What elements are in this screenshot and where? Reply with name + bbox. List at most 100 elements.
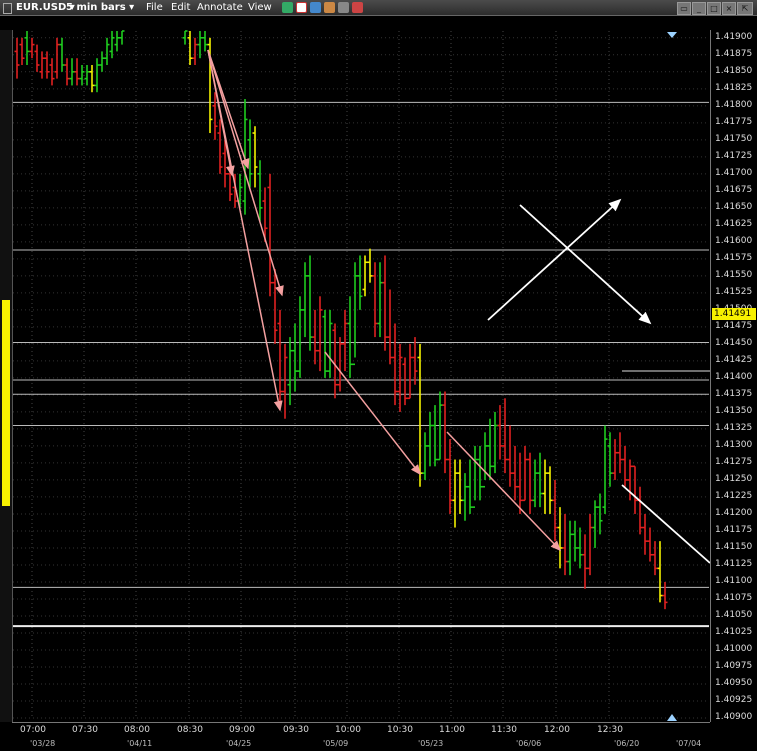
- price-tick-label: 1.41825: [715, 82, 753, 93]
- ohlc-bar: [432, 405, 438, 467]
- price-tick-label: 1.41200: [715, 507, 753, 518]
- ohlc-bar: [387, 289, 393, 365]
- ohlc-bar: [612, 439, 618, 480]
- ohlc-bar: [327, 309, 333, 378]
- price-tick-label: 1.41625: [715, 218, 753, 229]
- time-tick-label: 07:00: [20, 725, 46, 735]
- ohlc-bar: [402, 357, 408, 406]
- ohlc-bar: [427, 411, 433, 467]
- time-tick-label: 08:30: [177, 725, 203, 735]
- price-tick-label: 1.41150: [715, 541, 753, 552]
- annotation-arrow: [446, 431, 562, 552]
- ohlc-bar: [482, 432, 488, 488]
- time-tick-label: 12:30: [597, 725, 623, 735]
- ohlc-bar: [44, 51, 50, 79]
- ohlc-bar: [452, 459, 458, 528]
- ohlc-bar: [372, 262, 378, 338]
- price-tick-label: 1.41550: [715, 269, 753, 280]
- date-tick-label: '04/11: [127, 739, 153, 748]
- ohlc-bar: [447, 439, 453, 514]
- ohlc-bar: [572, 520, 578, 562]
- ohlc-bar: [602, 425, 608, 514]
- ohlc-bar: [367, 248, 373, 283]
- price-tick-label: 1.41525: [715, 286, 753, 297]
- ohlc-bar: [322, 309, 328, 378]
- price-tick-label: 1.41275: [715, 456, 753, 467]
- ohlc-bar: [522, 445, 528, 502]
- annotation-arrow: [207, 49, 284, 297]
- ohlc-bar: [567, 520, 573, 576]
- price-tick-label: 1.41175: [715, 524, 753, 535]
- ohlc-bar: [547, 466, 553, 514]
- ohlc-bar: [267, 173, 273, 297]
- ohlc-bar: [317, 296, 323, 372]
- ohlc-bar: [247, 119, 253, 188]
- ohlc-bar: [652, 541, 658, 576]
- time-tick-label: 07:30: [72, 725, 98, 735]
- ohlc-bar: [617, 432, 623, 474]
- ohlc-bar: [497, 405, 503, 460]
- price-tick-label: 1.41850: [715, 65, 753, 76]
- price-tick-label: 1.40900: [715, 712, 753, 722]
- ohlc-bar: [392, 323, 398, 406]
- ohlc-bar: [662, 581, 668, 610]
- time-tick-label: 08:00: [124, 725, 150, 735]
- price-tick-label: 1.41675: [715, 184, 753, 195]
- ohlc-bar: [187, 31, 193, 66]
- ohlc-bar: [532, 459, 538, 508]
- annotation-arrow: [487, 198, 622, 321]
- price-chart[interactable]: [0, 0, 757, 750]
- price-tick-label: 1.40975: [715, 660, 753, 671]
- ohlc-bar: [512, 445, 518, 501]
- ohlc-bar: [562, 513, 568, 576]
- ohlc-bar: [24, 31, 30, 66]
- ohlc-bar: [527, 452, 533, 514]
- ohlc-bar: [362, 255, 368, 297]
- ohlc-bar: [352, 262, 358, 366]
- ohlc-bar: [492, 411, 498, 474]
- ohlc-bar: [192, 37, 198, 66]
- ohlc-bar: [34, 44, 40, 72]
- ohlc-bar: [104, 37, 110, 66]
- ohlc-bar: [407, 343, 413, 400]
- ohlc-bar: [109, 31, 115, 59]
- current-price-label: 1.41491: [712, 308, 756, 320]
- ohlc-bar: [457, 459, 463, 514]
- ohlc-bar: [19, 37, 25, 66]
- ohlc-bar: [119, 30, 125, 45]
- scroll-down-icon: [667, 714, 677, 721]
- ohlc-bar: [337, 337, 343, 392]
- ohlc-bar: [422, 432, 428, 480]
- ohlc-bar: [592, 500, 598, 548]
- time-tick-label: 09:30: [283, 725, 309, 735]
- ohlc-bar: [114, 31, 120, 52]
- ohlc-bar: [302, 262, 308, 338]
- price-tick-label: 1.41600: [715, 235, 753, 246]
- price-tick-label: 1.41775: [715, 116, 753, 127]
- price-tick-label: 1.41025: [715, 626, 753, 637]
- time-axis[interactable]: 07:00 07:30 08:00 08:30 09:00 09:30 10:00 10:30…: [12, 722, 710, 751]
- time-tick-label: 11:00: [439, 725, 465, 735]
- ohlc-bar: [272, 269, 278, 344]
- ohlc-bar: [54, 37, 60, 79]
- ohlc-bar: [307, 255, 313, 351]
- date-tick-label: '06/06: [516, 739, 542, 748]
- date-tick-label: '03/28: [30, 739, 56, 748]
- date-tick-label: '04/25: [226, 739, 252, 748]
- ohlc-bar: [99, 51, 105, 72]
- ohlc-bar: [647, 527, 653, 562]
- price-axis[interactable]: 1.41900 1.41875 1.41850 1.41825 1.41800 1.417…: [710, 30, 757, 722]
- ohlc-bar: [582, 534, 588, 589]
- price-tick-label: 1.41125: [715, 558, 753, 569]
- date-tick-label: '05/09: [323, 739, 349, 748]
- ohlc-bar: [197, 31, 203, 59]
- ohlc-bar: [622, 445, 628, 487]
- ohlc-bar: [84, 65, 90, 86]
- ohlc-bar: [287, 337, 293, 406]
- price-tick-label: 1.41800: [715, 99, 753, 110]
- price-tick-label: 1.41400: [715, 371, 753, 382]
- annotation-arrow: [519, 204, 652, 325]
- ohlc-bar: [312, 309, 318, 365]
- price-tick-label: 1.41450: [715, 337, 753, 348]
- ohlc-bar: [517, 452, 523, 514]
